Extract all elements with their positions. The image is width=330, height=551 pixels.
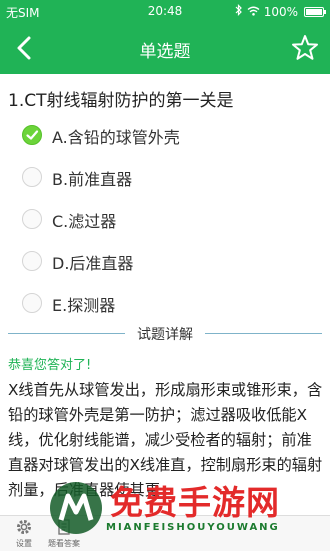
answer-tab[interactable]: 题看答案 [44,518,84,549]
radio-circle-icon [22,251,42,271]
status-right: 100% [235,4,326,19]
battery-percent: 100% [263,4,298,19]
star-icon [292,35,318,60]
option-label: A.含铅的球管外壳 [52,128,180,147]
battery-icon [304,6,326,17]
option-label: B.前准直器 [52,170,133,189]
answer-label: 题看答案 [48,539,80,548]
radio-circle-icon [22,293,42,313]
option-c[interactable]: C.滤过器 [0,199,330,239]
nav-bar: 单选题 [0,22,330,74]
option-label: C.滤过器 [52,212,117,231]
option-b[interactable]: B.前准直器 [0,157,330,197]
option-a[interactable]: A.含铅的球管外壳 [0,115,330,155]
gear-icon [17,520,31,534]
option-label: E.探测器 [52,296,116,315]
question-text: 1.CT射线辐射防护的第一关是 [8,91,234,111]
document-icon [58,519,70,535]
option-label: D.后准直器 [52,254,134,273]
option-e[interactable]: E.探测器 [0,283,330,323]
page-title: 单选题 [139,42,191,62]
option-d[interactable]: D.后准直器 [0,241,330,281]
radio-circle-icon [22,209,42,229]
checkmark-icon [22,125,42,145]
settings-tab[interactable]: 设置 [4,518,44,549]
radio-circle-icon [22,167,42,187]
correct-message: 恭喜您答对了! [8,358,92,373]
explanation-text: X线首先从球管发出，形成扇形束或锥形束，含铅的球管外壳是第一防护；滤过器吸收低能… [8,381,323,499]
bluetooth-icon [235,4,243,19]
favorite-button[interactable] [290,32,320,64]
detail-heading: 试题详解 [125,324,205,344]
settings-label: 设置 [16,539,32,548]
bottom-toolbar: 设置 题看答案 [0,515,330,551]
status-bar: 无SIM 20:48 100% [0,0,330,22]
wifi-icon [247,5,260,19]
